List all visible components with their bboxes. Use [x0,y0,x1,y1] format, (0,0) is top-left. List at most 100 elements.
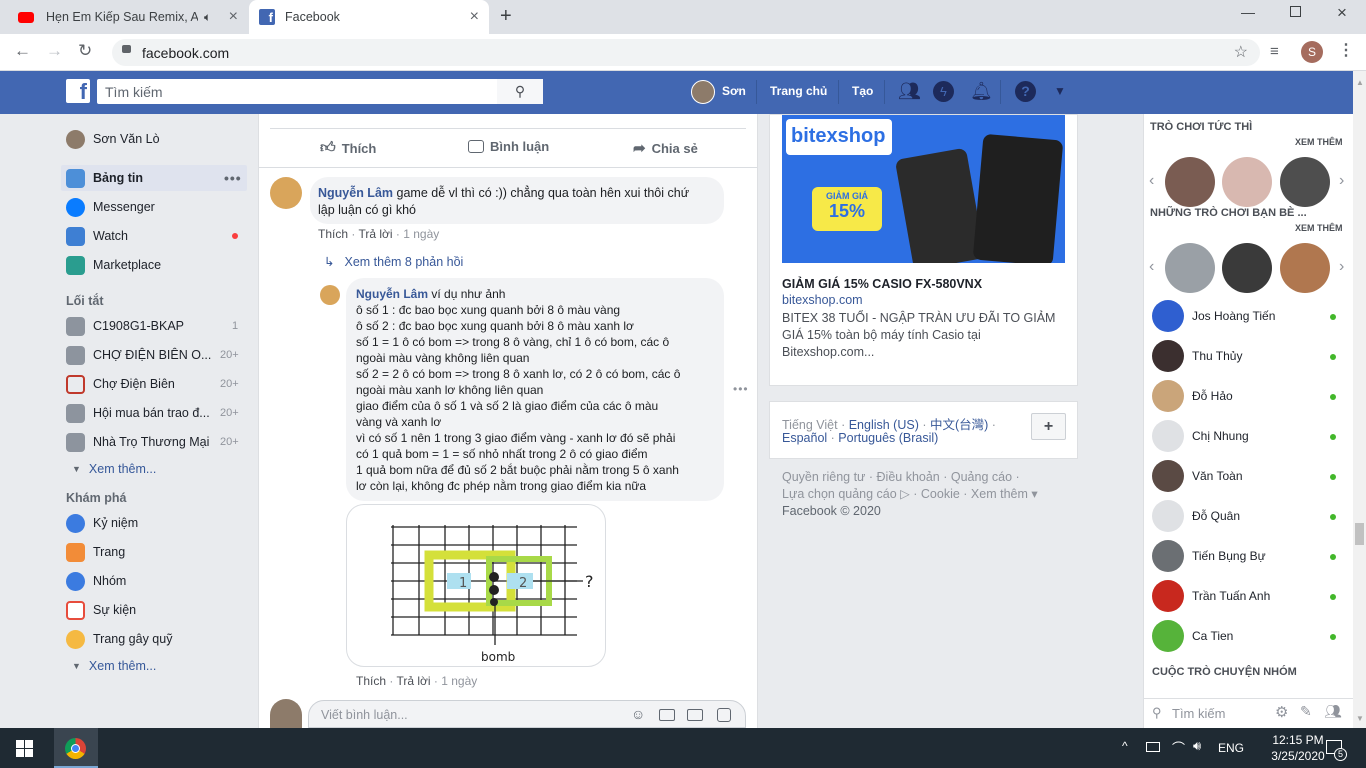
chat-contact[interactable]: Đỗ Hảo [1152,379,1233,413]
language-option[interactable]: Español [782,431,827,445]
comment-image[interactable]: 1 2 ? bomb [346,504,606,667]
nav-user-name[interactable]: Sơn [722,84,746,98]
sidebar-item-news-feed[interactable]: Bảng tin [66,165,143,191]
ad-title[interactable]: GIẢM GIÁ 15% CASIO FX-580VNX [782,277,982,291]
gear-icon[interactable]: ⚙ [1275,703,1288,721]
chevron-left-icon[interactable]: ‹ [1149,172,1154,190]
chat-contact[interactable]: Tiến Bụng Bự [1152,539,1266,573]
view-more-replies[interactable]: ↳ Xem thêm 8 phản hồi [324,254,463,269]
wifi-icon[interactable]: ⌒ [1172,738,1185,757]
chat-contact[interactable]: Đỗ Quân [1152,499,1240,533]
chat-contact[interactable]: Trần Tuấn Anh [1152,579,1270,613]
chat-contact[interactable]: Ca Tien [1152,619,1233,653]
see-more-games[interactable]: XEM THÊM [1295,223,1343,233]
see-more-shortcuts[interactable]: ▼ Xem thêm... [66,456,156,482]
input-language[interactable]: ENG [1218,741,1244,755]
chat-contact[interactable]: Chị Nhung [1152,419,1249,453]
more-options-icon[interactable]: ••• [224,170,242,186]
facebook-logo-icon[interactable]: f [66,79,90,103]
comment-like-link[interactable]: Thích [356,674,386,688]
game-thumbnail[interactable] [1280,157,1330,207]
sidebar-profile[interactable]: Sơn Văn Lò [66,126,160,152]
sidebar-item-fundraisers[interactable]: Trang gây quỹ [66,626,172,652]
sidebar-shortcut[interactable]: CHỢ ĐIỆN BIÊN O... 20+ [66,342,239,368]
game-thumbnail[interactable] [1222,243,1272,293]
chat-contact[interactable]: Thu Thủy [1152,339,1242,373]
game-thumbnail[interactable] [1222,157,1272,207]
close-tab-icon[interactable]: × [470,8,479,26]
sidebar-item-memories[interactable]: Kỷ niệm [66,510,138,536]
ad-domain[interactable]: bitexshop.com [782,293,863,307]
scrollbar-thumb[interactable] [1355,523,1364,545]
like-button[interactable]: 👍︎ Thích [320,139,376,157]
see-more-explore[interactable]: ▼ Xem thêm... [66,653,156,679]
battery-icon[interactable] [1146,742,1160,752]
comment-options-icon[interactable]: ••• [733,382,749,396]
windows-start-icon[interactable] [16,740,33,757]
nav-home[interactable]: Trang chủ [770,84,827,98]
gif-icon[interactable] [687,709,703,721]
minimize-icon[interactable]: — [1241,4,1255,20]
close-window-icon[interactable]: × [1337,3,1347,23]
camera-icon[interactable] [659,709,675,721]
maximize-icon[interactable] [1290,6,1301,17]
game-thumbnail[interactable] [1165,157,1215,207]
bookmark-star-icon[interactable]: ☆ [1234,42,1248,62]
sidebar-shortcut[interactable]: Nhà Trọ Thương Mại 20+ [66,429,239,455]
sidebar-item-groups[interactable]: Nhóm [66,568,126,594]
game-thumbnail[interactable] [1280,243,1330,293]
sidebar-item-pages[interactable]: Trang [66,539,125,565]
language-option[interactable]: Português (Brasil) [838,431,938,445]
page-scrollbar[interactable] [1353,71,1366,728]
search-icon[interactable]: ⚲ [497,79,543,104]
chevron-right-icon[interactable]: › [1339,258,1344,276]
friend-requests-icon[interactable]: 👥︎ [898,81,921,102]
comment-like-link[interactable]: Thích [318,227,348,241]
chat-search-bar[interactable]: ⚲ Tìm kiếm ⚙ ✎ 👥︎ [1144,698,1353,728]
language-option[interactable]: English (US) [849,418,919,432]
comment-time[interactable]: 1 ngày [441,674,477,688]
language-option[interactable]: 中文(台灣) [930,418,988,432]
tab-youtube[interactable]: Hẹn Em Kiếp Sau Remix, Anh 🔈︎ × [8,0,248,34]
share-button[interactable]: ➦ Chia sẻ [633,139,698,157]
sidebar-item-messenger[interactable]: Messenger [66,194,155,220]
help-icon[interactable]: ? [1015,81,1036,102]
close-tab-icon[interactable]: × [229,8,238,26]
show-hidden-icons[interactable]: ^ [1122,739,1128,753]
messenger-icon[interactable]: ϟ [933,81,954,102]
chevron-left-icon[interactable]: ‹ [1149,258,1154,276]
footer-line[interactable]: Lựa chọn quảng cáo ▷ · Cookie · Xem thêm… [782,486,1038,503]
create-group-icon[interactable]: 👥︎ [1324,703,1342,720]
search-input[interactable]: Tìm kiếm [105,84,163,100]
tab-facebook[interactable]: f Facebook × [249,0,489,34]
commenter-name[interactable]: Nguyễn Lâm [318,186,393,200]
browser-menu-icon[interactable]: ⋮ [1338,40,1354,60]
scroll-up-icon[interactable]: ▲ [1356,78,1364,87]
commenter-name[interactable]: Nguyễn Lâm [356,287,428,301]
game-thumbnail[interactable] [1165,243,1215,293]
new-tab-icon[interactable]: + [500,5,512,28]
chat-search-input[interactable]: Tìm kiếm [1172,706,1225,721]
sidebar-shortcut[interactable]: C1908G1-BKAP 1 [66,313,238,339]
profile-avatar[interactable]: S [1301,41,1323,63]
comment-button[interactable]: Bình luận [468,139,549,154]
comment-input[interactable]: Viết bình luận... ☺ [308,700,746,728]
add-language-button[interactable]: + [1031,413,1066,440]
footer-line[interactable]: Quyền riêng tư · Điều khoản · Quảng cáo … [782,469,1038,486]
commenter-avatar[interactable] [270,177,302,209]
chat-contact[interactable]: Jos Hoàng Tiến [1152,299,1275,333]
see-more-games[interactable]: XEM THÊM [1295,137,1343,147]
sidebar-item-watch[interactable]: Watch [66,223,128,249]
sticker-icon[interactable] [717,708,731,722]
media-playlist-icon[interactable]: ≡ [1270,43,1279,60]
user-avatar[interactable] [691,80,715,104]
sidebar-item-marketplace[interactable]: Marketplace [66,252,161,278]
back-icon[interactable]: ← [14,41,31,61]
sidebar-shortcut[interactable]: Hội mua bán trao đ... 20+ [66,400,239,426]
ad-image[interactable]: bitexshop GIẢM GIÁ 15% [782,115,1065,263]
comment-time[interactable]: 1 ngày [403,227,439,241]
scroll-down-icon[interactable]: ▼ [1356,714,1364,723]
nav-create[interactable]: Tạo [852,84,873,98]
footer-links[interactable]: Quyền riêng tư · Điều khoản · Quảng cáo … [782,469,1038,520]
comment-reply-link[interactable]: Trả lời [396,674,430,688]
